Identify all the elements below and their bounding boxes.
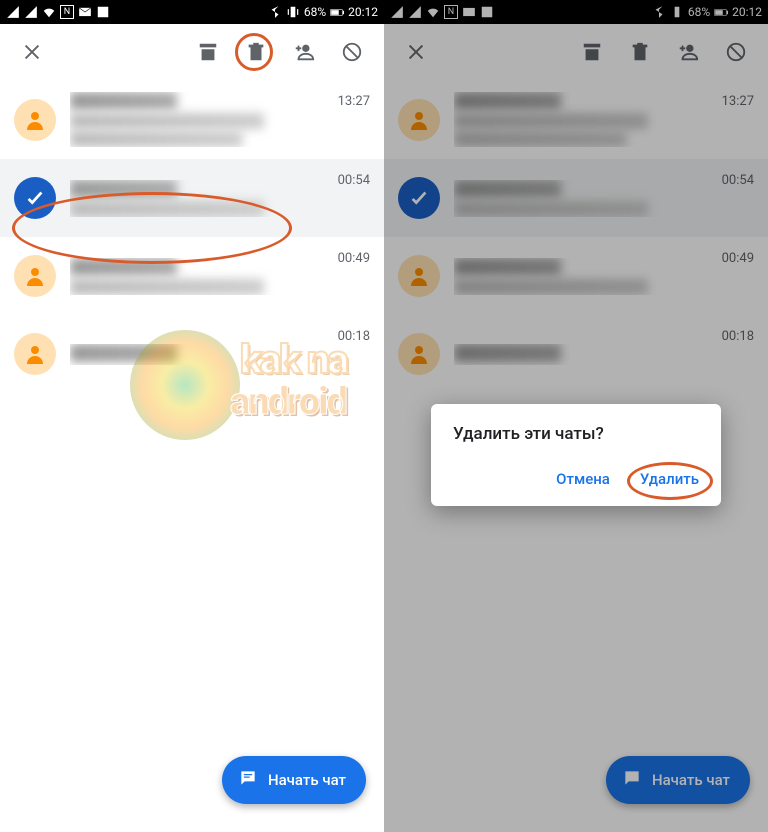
vibrate-icon [670, 5, 684, 19]
clock-time: 20:12 [348, 5, 378, 19]
chat-icon [238, 768, 258, 792]
dialog-delete-button[interactable]: Удалить [636, 462, 703, 496]
nfc-icon: N [60, 5, 74, 19]
conversation-preview [70, 279, 298, 295]
status-bar: N 68% 20:12 [384, 0, 768, 24]
conversation-item[interactable]: 00:18 [0, 315, 384, 393]
wifi-icon [426, 5, 440, 19]
mail-icon [462, 5, 476, 19]
bluetooth-icon [268, 5, 282, 19]
dialog-cancel-button[interactable]: Отмена [552, 462, 614, 496]
signal-icon [408, 5, 422, 19]
conversation-time: 00:18 [722, 329, 754, 344]
archive-button[interactable] [572, 32, 612, 72]
image-icon [480, 5, 494, 19]
conversation-title [70, 344, 248, 362]
bluetooth-icon [652, 5, 666, 19]
block-button[interactable] [332, 32, 372, 72]
conversation-list: 13:27 00:54 00:49 00:18 [384, 80, 768, 393]
add-contact-button[interactable] [668, 32, 708, 72]
conversation-item[interactable]: 13:27 [384, 80, 768, 159]
battery-percent: 68% [304, 5, 326, 19]
conversation-time: 13:27 [338, 94, 370, 109]
conversation-preview [70, 131, 273, 147]
avatar [14, 99, 56, 141]
battery-percent: 68% [688, 5, 710, 19]
wifi-icon [42, 5, 56, 19]
close-button[interactable] [396, 32, 436, 72]
chat-icon [622, 768, 642, 792]
start-chat-fab[interactable]: Начать чат [222, 756, 366, 804]
signal-icon [6, 5, 20, 19]
conversation-time: 00:18 [338, 329, 370, 344]
block-button[interactable] [716, 32, 756, 72]
delete-confirm-dialog: Удалить эти чаты? Отмена Удалить [431, 404, 721, 506]
avatar [398, 333, 440, 375]
delete-button[interactable] [620, 32, 660, 72]
close-button[interactable] [12, 32, 52, 72]
app-bar [384, 24, 768, 80]
conversation-title [70, 92, 248, 110]
conversation-time: 00:54 [722, 173, 754, 188]
conversation-item[interactable]: 00:49 [0, 237, 384, 315]
conversation-list: 13:27 00:54 00:4 [0, 80, 384, 393]
avatar [14, 255, 56, 297]
fab-label: Начать чат [268, 771, 346, 789]
screen-selection-mode: N 68% 20:12 [0, 0, 384, 832]
conversation-time: 00:49 [338, 251, 370, 266]
image-icon [96, 5, 110, 19]
mail-icon [78, 5, 92, 19]
conversation-time: 00:54 [338, 173, 370, 188]
conversation-item[interactable]: 00:18 [384, 315, 768, 393]
conversation-time: 00:49 [722, 251, 754, 266]
status-bar: N 68% 20:12 [0, 0, 384, 24]
delete-button[interactable] [236, 32, 276, 72]
fab-label: Начать чат [652, 771, 730, 789]
add-contact-button[interactable] [284, 32, 324, 72]
clock-time: 20:12 [732, 5, 762, 19]
conversation-title [70, 258, 248, 276]
archive-button[interactable] [188, 32, 228, 72]
conversation-preview [70, 113, 298, 129]
vibrate-icon [286, 5, 300, 19]
conversation-item-selected[interactable]: 00:54 [0, 159, 384, 237]
conversation-preview [70, 201, 298, 217]
selected-check-icon [398, 177, 440, 219]
signal-icon [24, 5, 38, 19]
battery-icon [714, 5, 728, 19]
conversation-time: 13:27 [722, 94, 754, 109]
app-bar [0, 24, 384, 80]
conversation-title [70, 180, 248, 198]
selected-check-icon [14, 177, 56, 219]
avatar [398, 99, 440, 141]
nfc-icon: N [444, 5, 458, 19]
avatar [14, 333, 56, 375]
conversation-item[interactable]: 00:49 [384, 237, 768, 315]
avatar [398, 255, 440, 297]
dialog-title: Удалить эти чаты? [453, 424, 703, 444]
battery-icon [330, 5, 344, 19]
start-chat-fab[interactable]: Начать чат [606, 756, 750, 804]
signal-icon [390, 5, 404, 19]
conversation-item-selected[interactable]: 00:54 [384, 159, 768, 237]
conversation-item[interactable]: 13:27 [0, 80, 384, 159]
